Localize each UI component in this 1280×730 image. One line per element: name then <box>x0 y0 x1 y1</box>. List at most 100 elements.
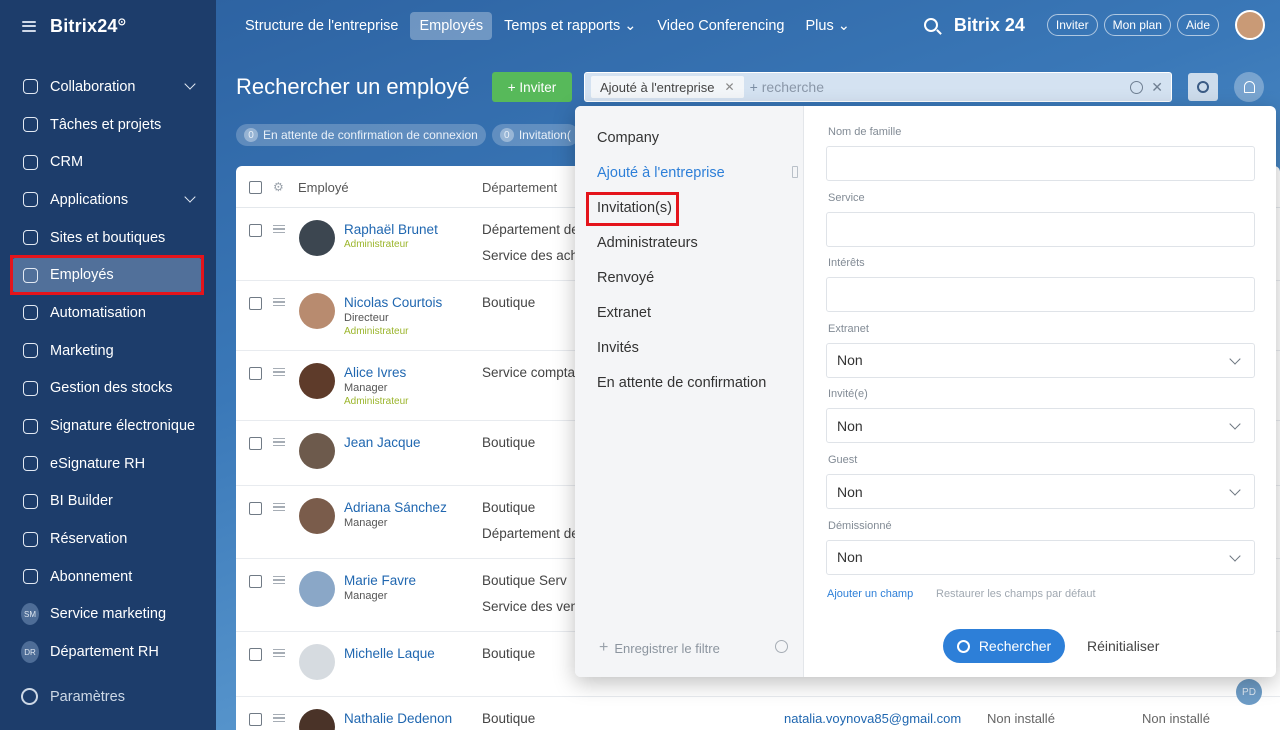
search-icon[interactable] <box>1130 81 1144 94</box>
filter-preset-0[interactable]: Company <box>597 130 659 146</box>
filter-preset-4[interactable]: Renvoyé <box>597 270 654 286</box>
top-brand[interactable]: Bitrix 24 <box>954 15 1025 36</box>
sidebar-item-14[interactable]: SM Service marketing <box>0 596 216 634</box>
employee-email[interactable]: natalia.voynova85@gmail.com <box>784 711 961 726</box>
row-checkbox[interactable] <box>249 575 262 588</box>
menu-icon[interactable] <box>22 20 36 32</box>
add-field-link[interactable]: Ajouter un champ <box>827 588 913 600</box>
settings-button[interactable] <box>1188 73 1218 101</box>
sidebar-item-7[interactable]: Marketing <box>0 332 216 370</box>
sidebar-item-3[interactable]: Applications <box>0 181 216 219</box>
search-button[interactable]: Rechercher <box>943 629 1065 663</box>
avatar[interactable] <box>299 433 335 469</box>
employee-name[interactable]: Michelle Laque <box>344 646 435 661</box>
field-select[interactable]: Non <box>826 408 1255 444</box>
clear-icon[interactable]: ✕ <box>1151 79 1163 96</box>
filter-preset-7[interactable]: En attente de confirmation <box>597 375 766 391</box>
drag-handle-icon[interactable] <box>273 298 285 306</box>
filter-preset-6[interactable]: Invités <box>597 340 639 356</box>
row-checkbox[interactable] <box>249 297 262 310</box>
row-checkbox[interactable] <box>249 648 262 661</box>
drag-handle-icon[interactable] <box>273 576 285 584</box>
help-pill[interactable]: Aide <box>1176 14 1219 36</box>
top-nav-item-4[interactable]: Plus ⌄ <box>797 12 859 40</box>
sidebar-item-11[interactable]: BI Builder <box>0 483 216 521</box>
employee-name[interactable]: Marie Favre <box>344 573 416 588</box>
chevron-down-icon[interactable] <box>184 191 196 203</box>
counter-invitations[interactable]: 0 Invitation( <box>491 124 579 146</box>
floating-avatar[interactable]: PD <box>1236 679 1262 705</box>
drag-handle-icon[interactable] <box>273 714 285 722</box>
employee-name[interactable]: Nathalie Dedenon <box>344 711 452 726</box>
sidebar-item-4[interactable]: Sites et boutiques <box>0 219 216 257</box>
employee-name[interactable]: Raphaël Brunet <box>344 222 438 237</box>
avatar[interactable] <box>299 363 335 399</box>
column-department[interactable]: Département <box>482 180 557 195</box>
sidebar-item-1[interactable]: Tâches et projets <box>0 106 216 144</box>
sidebar-item-6[interactable]: Automatisation <box>0 294 216 332</box>
employee-name[interactable]: Jean Jacque <box>344 435 421 450</box>
top-nav-item-3[interactable]: Video Conferencing <box>648 12 793 40</box>
filter-settings-gear-icon[interactable] <box>775 640 788 653</box>
sidebar-item-0[interactable]: Collaboration <box>0 68 216 106</box>
avatar[interactable] <box>299 293 335 329</box>
field-input[interactable] <box>826 277 1255 313</box>
columns-gear-icon[interactable]: ⚙ <box>273 180 284 194</box>
field-select[interactable]: Non <box>826 539 1255 575</box>
sidebar-item-5[interactable]: Employés <box>0 255 216 296</box>
drag-handle-icon[interactable] <box>273 368 285 376</box>
sidebar-item-10[interactable]: eSignature RH <box>0 445 216 483</box>
filter-chip[interactable]: Ajouté à l'entreprise ✕ <box>591 76 744 98</box>
sidebar-item-2[interactable]: CRM <box>0 143 216 181</box>
top-nav-item-1[interactable]: Employés <box>410 12 493 40</box>
sidebar-item-15[interactable]: DR Département RH <box>0 633 216 671</box>
row-checkbox[interactable] <box>249 437 262 450</box>
drag-handle-icon[interactable] <box>273 225 285 233</box>
filter-preset-1[interactable]: Ajouté à l'entreprise <box>597 165 725 181</box>
field-input[interactable] <box>826 146 1255 181</box>
notifications-button[interactable] <box>1234 72 1264 102</box>
search-input[interactable] <box>761 79 1062 95</box>
field-select[interactable]: Non <box>826 474 1255 509</box>
save-filter-button[interactable]: + Enregistrer le filtre <box>599 639 720 657</box>
restore-fields-link[interactable]: Restaurer les champs par défaut <box>936 588 1096 600</box>
sidebar-item-13[interactable]: Abonnement <box>0 558 216 596</box>
field-input[interactable] <box>826 211 1255 247</box>
top-nav-item-0[interactable]: Structure de l'entreprise <box>236 12 407 40</box>
employee-name[interactable]: Alice Ivres <box>344 365 406 380</box>
column-employee[interactable]: Employé <box>298 180 349 195</box>
table-row[interactable]: Nathalie Dedenon Boutique natalia.voynova8… <box>236 697 1280 730</box>
avatar[interactable] <box>299 498 335 534</box>
search-icon[interactable] <box>923 18 938 32</box>
select-all-checkbox[interactable] <box>249 181 262 194</box>
row-checkbox[interactable] <box>249 713 262 726</box>
invite-pill[interactable]: Inviter <box>1046 14 1098 36</box>
drag-handle-icon[interactable] <box>273 503 285 511</box>
avatar[interactable] <box>299 571 335 607</box>
drag-handle-icon[interactable] <box>273 438 285 446</box>
counter-pending[interactable]: 0 En attente de confirmation de connexio… <box>236 124 486 146</box>
chip-remove-icon[interactable]: ✕ <box>725 80 735 94</box>
avatar[interactable] <box>299 220 335 256</box>
sidebar-settings[interactable]: Paramètres <box>21 688 125 705</box>
user-avatar[interactable] <box>1235 10 1265 40</box>
row-checkbox[interactable] <box>249 502 262 515</box>
invite-button[interactable]: + Inviter <box>492 72 572 102</box>
filter-preset-5[interactable]: Extranet <box>597 305 651 321</box>
sidebar-item-8[interactable]: Gestion des stocks <box>0 370 216 408</box>
sidebar-item-12[interactable]: Réservation <box>0 520 216 558</box>
avatar[interactable] <box>299 709 335 730</box>
row-checkbox[interactable] <box>249 224 262 237</box>
field-select[interactable]: Non <box>826 342 1255 378</box>
filter-preset-3[interactable]: Administrateurs <box>597 235 698 251</box>
drag-handle-icon[interactable] <box>273 649 285 657</box>
pin-icon[interactable] <box>792 166 798 178</box>
filter-search-bar[interactable]: Ajouté à l'entreprise ✕ + ✕ <box>584 72 1172 102</box>
reset-button[interactable]: Réinitialiser <box>1087 638 1159 654</box>
sidebar-item-9[interactable]: Signature électronique <box>0 407 216 445</box>
employee-name[interactable]: Adriana Sánchez <box>344 500 447 515</box>
my-plan-pill[interactable]: Mon plan <box>1103 14 1171 36</box>
row-checkbox[interactable] <box>249 367 262 380</box>
top-nav-item-2[interactable]: Temps et rapports ⌄ <box>495 12 645 40</box>
chevron-down-icon[interactable] <box>184 78 196 90</box>
